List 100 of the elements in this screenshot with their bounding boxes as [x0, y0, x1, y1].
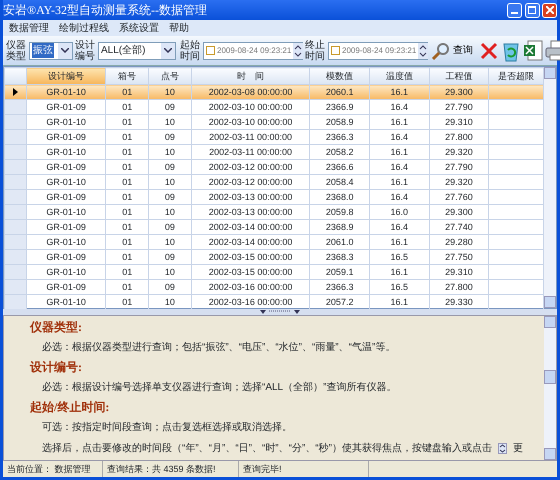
help-text: 必选：根据设计编号选择单支仪器进行查询；选择“ALL（全部）”查询所有仪器。 [42, 380, 396, 395]
table-cell: 2002-03-13 00:00:00 [208, 192, 292, 202]
field-label: 终止时间 [305, 40, 326, 62]
close-button[interactable] [542, 2, 557, 18]
window-title: 安岩®AY-32型自动测量系统--数据管理 [3, 2, 208, 19]
table-cell: 2061.0 [326, 236, 354, 246]
spinner-icon[interactable] [293, 42, 304, 58]
table-cell: 16.1 [390, 176, 408, 186]
table-row[interactable]: GR-01-10 01 10 2002-03-15 00:00:00 2059.1 16.1 29.310 [4, 264, 544, 280]
table-cell: 16.4 [390, 132, 408, 142]
table-cell: 2059.1 [326, 266, 354, 276]
help-text: 必选：根据仪器类型进行查询；包括“振弦”、“电压”、“水位”、“雨量”、“气温”等。 [42, 340, 396, 355]
column-header[interactable]: 点号 [148, 68, 192, 84]
datetime-field[interactable]: 2009-08-24 09:23:21 [328, 42, 428, 60]
table-cell: 10 [164, 176, 175, 186]
table-row[interactable]: GR-01-09 01 09 2002-03-14 00:00:00 2368.9 16.4 27.740 [4, 220, 544, 234]
table-cell: 2368.9 [326, 222, 354, 232]
table-cell: 01 [122, 266, 132, 276]
table-cell: GR-01-09 [46, 192, 86, 202]
table-cell: 01 [122, 146, 132, 156]
column-header[interactable]: 温度值 [370, 68, 430, 84]
caret-icon [164, 48, 172, 53]
table-cell: 09 [164, 132, 175, 142]
status-text: 查询完毕! [239, 461, 369, 477]
table-row[interactable]: GR-01-09 01 09 2002-03-13 00:00:00 2368.0 16.4 27.760 [4, 190, 544, 204]
table-row[interactable]: GR-01-09 01 09 2002-03-12 00:00:00 2366.6 16.4 27.790 [4, 160, 544, 174]
table-row[interactable]: GR-01-09 01 09 2002-03-11 00:00:00 2366.3 16.4 27.800 [4, 130, 544, 144]
table-cell: 09 [164, 192, 175, 202]
datetime-field[interactable]: 2009-08-24 09:23:21 [203, 42, 303, 60]
table-row[interactable]: GR-01-10 01 10 2002-03-10 00:00:00 2058.9 16.1 29.310 [4, 114, 544, 130]
status-text: 当前位置： 数据管理 [3, 461, 103, 477]
table-cell: 10 [164, 266, 175, 276]
checkbox[interactable] [206, 46, 215, 55]
table-cell: GR-01-10 [46, 146, 86, 156]
table-cell: 2058.2 [326, 146, 354, 156]
spinner-icon[interactable] [418, 42, 428, 58]
table-cell: 2368.0 [326, 192, 354, 202]
minimize-button[interactable] [507, 2, 522, 18]
table-cell: 16.1 [390, 146, 408, 156]
help-text: 选择后，点击要修改的时间段（“年”、“月”、“日”、“时”、“分”、“秒”）使其获得焦点，按键盘输入或点击 [42, 442, 492, 456]
column-header[interactable]: 箱号 [106, 68, 149, 84]
spreadsheet-icon[interactable] [523, 40, 543, 62]
table-cell: 2002-03-16 00:00:00 [208, 296, 292, 306]
maximize-button[interactable] [524, 2, 540, 18]
table-row[interactable]: GR-01-09 01 09 2002-03-10 00:00:00 2366.9 16.4 27.790 [4, 100, 544, 114]
table-cell: 01 [122, 236, 132, 246]
checkbox[interactable] [331, 46, 340, 55]
table-row[interactable]: GR-01-10 01 10 2002-03-13 00:00:00 2059.8 16.0 29.300 [4, 204, 544, 220]
status-text: 查询结果：共 4359 条数据! [103, 461, 239, 477]
table-cell: 01 [122, 176, 132, 186]
table-row[interactable]: GR-01-10 01 10 2002-03-12 00:00:00 2058.4 16.1 29.320 [4, 174, 544, 190]
table-cell: 16.4 [390, 192, 408, 202]
table-cell: 27.790 [445, 102, 473, 112]
table-cell: 27.750 [445, 252, 473, 262]
table-cell: 2058.4 [326, 176, 354, 186]
table-cell: 16.4 [390, 162, 408, 172]
help-text: 可选：按指定时间段查询；点击复选框选择或取消选择。 [42, 420, 292, 435]
table-cell: 10 [164, 236, 175, 246]
scroll-thumb[interactable] [544, 370, 556, 384]
instrument-type-dropdown[interactable]: 振弦 [29, 42, 73, 60]
table-row[interactable]: GR-01-10 01 10 2002-03-14 00:00:00 2061.0 16.1 29.280 [4, 234, 544, 250]
table-cell: 10 [164, 86, 175, 96]
table-cell: 09 [164, 102, 175, 112]
column-header[interactable]: 设计编号 [26, 68, 106, 84]
table-cell: GR-01-10 [46, 86, 86, 96]
delete-icon[interactable] [479, 40, 499, 60]
table-row[interactable]: GR-01-10 01 10 2002-03-08 00:00:00 2060.1 16.1 29.300 [4, 84, 544, 100]
table-row[interactable]: GR-01-09 01 09 2002-03-16 00:00:00 2366.3 16.5 27.800 [4, 280, 544, 294]
menu-item[interactable]: 系统设置 [119, 20, 159, 36]
table-row[interactable]: GR-01-10 01 10 2002-03-11 00:00:00 2058.2 16.1 29.320 [4, 144, 544, 160]
column-header[interactable]: 时 间 [191, 68, 310, 84]
query-button[interactable]: 查询 [430, 42, 475, 60]
column-header[interactable]: 是否超限 [488, 68, 544, 84]
table-cell: GR-01-09 [46, 102, 86, 112]
table-cell: 16.5 [390, 252, 408, 262]
table-cell: 2057.2 [326, 296, 354, 306]
table-cell: 10 [164, 206, 175, 216]
table-row[interactable]: GR-01-09 01 09 2002-03-15 00:00:00 2368.3 16.5 27.750 [4, 250, 544, 264]
table-cell: 29.310 [445, 266, 473, 276]
column-header[interactable]: 工程值 [429, 68, 489, 84]
table-cell: GR-01-10 [46, 296, 86, 306]
menu-item[interactable]: 帮助 [169, 20, 189, 36]
current-row-icon [12, 86, 18, 96]
menu-item[interactable]: 绘制过程线 [59, 20, 109, 36]
table-cell: 2368.3 [326, 252, 354, 262]
table-cell: 2002-03-11 00:00:00 [209, 132, 292, 142]
splitter-handle-icon[interactable] [260, 309, 300, 314]
design-number-dropdown[interactable]: ALL(全部) [98, 42, 176, 60]
table-cell: 2002-03-12 00:00:00 [208, 176, 292, 186]
table-cell: 09 [164, 222, 175, 232]
menu-item[interactable]: 数据管理 [9, 20, 49, 36]
table-cell: GR-01-09 [46, 222, 86, 232]
table-cell: 01 [122, 132, 132, 142]
table-cell: 2002-03-11 00:00:00 [209, 146, 292, 156]
table-cell: GR-01-10 [46, 236, 86, 246]
column-header[interactable]: 模数值 [310, 68, 370, 84]
table-cell: 2002-03-16 00:00:00 [208, 282, 292, 292]
table-cell: 27.760 [445, 192, 473, 202]
table-cell: 01 [122, 282, 132, 292]
table-cell: GR-01-10 [46, 206, 86, 216]
